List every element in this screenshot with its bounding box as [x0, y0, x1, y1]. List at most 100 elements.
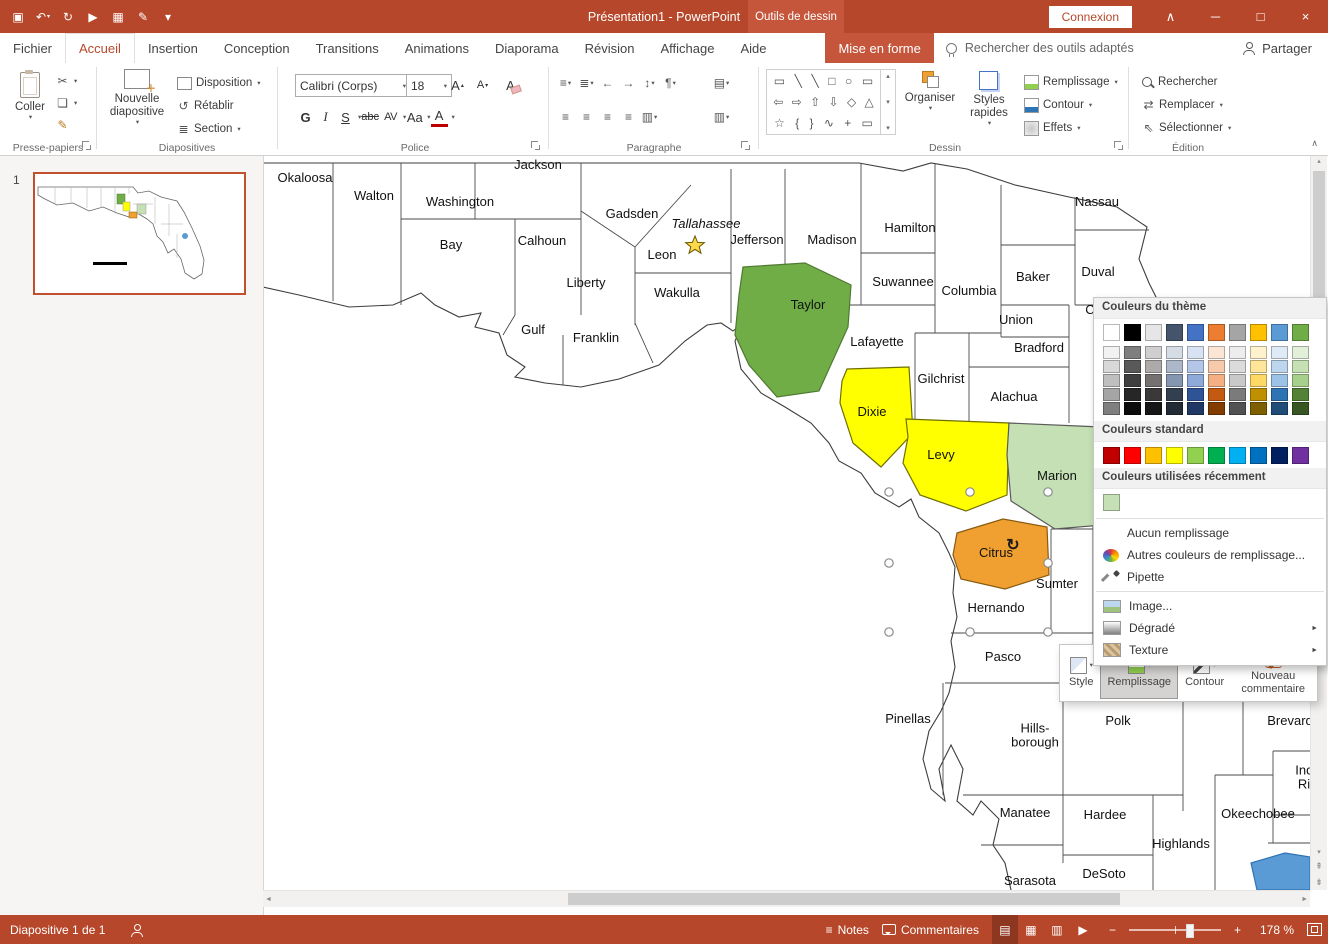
minimize-button[interactable]: ─	[1193, 0, 1238, 33]
slide-sorter-view-button[interactable]: ▦	[1018, 915, 1044, 944]
theme-variant-swatch[interactable]	[1292, 374, 1309, 387]
theme-color-swatch[interactable]	[1145, 324, 1162, 341]
shape-icon[interactable]: ⇧	[810, 95, 820, 109]
scroll-down-icon[interactable]: ▾	[886, 98, 890, 106]
fit-to-window-button[interactable]	[1307, 923, 1322, 936]
theme-variant-swatch[interactable]	[1124, 388, 1141, 401]
recent-color-swatch[interactable]	[1103, 494, 1120, 511]
theme-variant-swatch[interactable]	[1166, 346, 1183, 359]
theme-variant-swatch[interactable]	[1271, 360, 1288, 373]
previous-slide-button[interactable]: ⇞	[1311, 861, 1327, 872]
ribbon-display-options-button[interactable]: ∧	[1148, 0, 1193, 33]
tab-aide[interactable]: Aide	[727, 33, 779, 63]
theme-variant-swatch[interactable]	[1187, 402, 1204, 415]
theme-variant-swatch[interactable]	[1208, 374, 1225, 387]
shape-fill-button[interactable]: Remplissage▾	[1024, 72, 1118, 92]
standard-color-swatch[interactable]	[1208, 447, 1225, 464]
replace-button[interactable]: ⇄Remplacer▾	[1142, 95, 1223, 115]
theme-variant-swatch[interactable]	[1166, 402, 1183, 415]
shape-icon[interactable]: ▭	[862, 116, 873, 130]
standard-color-swatch[interactable]	[1271, 447, 1288, 464]
slide-1-thumbnail[interactable]	[33, 172, 246, 295]
theme-variant-swatch[interactable]	[1292, 346, 1309, 359]
tab-conception[interactable]: Conception	[211, 33, 303, 63]
reading-view-button[interactable]: ▥	[1044, 915, 1070, 944]
theme-variant-swatch[interactable]	[1124, 346, 1141, 359]
theme-color-swatch[interactable]	[1166, 324, 1183, 341]
shape-icon[interactable]: ⇨	[792, 95, 802, 109]
format-painter-button[interactable]: ✎	[56, 115, 69, 135]
close-button[interactable]: ×	[1283, 0, 1328, 33]
theme-variant-swatch[interactable]	[1292, 402, 1309, 415]
standard-color-swatch[interactable]	[1103, 447, 1120, 464]
gallery-more-icon[interactable]: ▾	[886, 124, 890, 132]
align-center-button[interactable]: ≡	[577, 107, 596, 127]
font-color-button[interactable]: A	[431, 107, 448, 127]
tab-mise-en-forme[interactable]: Mise en forme	[825, 33, 933, 63]
qat-draw-button[interactable]: ✎	[131, 5, 155, 29]
paragraph-dialog-launcher[interactable]	[741, 141, 751, 151]
theme-variant-swatch[interactable]	[1103, 346, 1120, 359]
theme-variant-swatch[interactable]	[1250, 346, 1267, 359]
tab-fichier[interactable]: Fichier	[0, 33, 65, 63]
menu-item-texture[interactable]: Texture►	[1094, 639, 1326, 661]
theme-color-swatch[interactable]	[1292, 324, 1309, 341]
tab-r-vision[interactable]: Révision	[572, 33, 648, 63]
convert-smartart-button[interactable]: ▥▾	[712, 107, 731, 127]
menu-item-pipette[interactable]: Pipette	[1094, 566, 1326, 588]
qat-undo-button[interactable]: ↶▾	[31, 5, 55, 29]
text-direction-button[interactable]: ¶▾	[661, 73, 680, 93]
theme-variant-swatch[interactable]	[1166, 360, 1183, 373]
grow-font-button[interactable]: A▴	[449, 75, 469, 95]
shape-icon[interactable]: ⇦	[773, 95, 783, 109]
shape-icon[interactable]: ╲	[811, 74, 818, 88]
menu-item-d-grad[interactable]: Dégradé►	[1094, 617, 1326, 639]
font-family-combo[interactable]: Calibri (Corps)▾	[295, 74, 411, 97]
theme-variant-swatch[interactable]	[1103, 388, 1120, 401]
shape-effects-button[interactable]: Effets▾	[1024, 118, 1080, 138]
menu-item-image[interactable]: Image...	[1094, 595, 1326, 617]
quick-styles-button[interactable]: Styles rapides ▾	[960, 69, 1018, 128]
standard-color-swatch[interactable]	[1166, 447, 1183, 464]
standard-color-swatch[interactable]	[1292, 447, 1309, 464]
change-case-button[interactable]: Aa	[406, 107, 423, 127]
theme-variant-swatch[interactable]	[1229, 388, 1246, 401]
scroll-down-arrow[interactable]: ▾	[1311, 848, 1327, 856]
theme-variant-swatch[interactable]	[1103, 374, 1120, 387]
theme-variant-swatch[interactable]	[1145, 346, 1162, 359]
theme-variant-swatch[interactable]	[1229, 360, 1246, 373]
standard-color-swatch[interactable]	[1187, 447, 1204, 464]
theme-variant-swatch[interactable]	[1187, 360, 1204, 373]
theme-variant-swatch[interactable]	[1271, 374, 1288, 387]
shape-icon[interactable]: }	[810, 116, 814, 130]
tab-transitions[interactable]: Transitions	[303, 33, 392, 63]
shape-icon[interactable]: ▭	[774, 74, 785, 88]
shape-outline-button[interactable]: Contour▾	[1024, 95, 1092, 115]
comments-button[interactable]: Commentaires	[882, 923, 979, 937]
reset-button[interactable]: ↺Rétablir	[177, 96, 234, 116]
theme-variant-swatch[interactable]	[1250, 360, 1267, 373]
qat-touch-mode-button[interactable]: ▦	[106, 5, 130, 29]
arrange-button[interactable]: Organiser ▾	[903, 69, 957, 113]
shrink-font-button[interactable]: A▾	[474, 75, 494, 95]
theme-color-swatch[interactable]	[1103, 324, 1120, 341]
find-button[interactable]: Rechercher	[1142, 72, 1217, 92]
menu-item-autres-couleurs-de-remplissage[interactable]: Autres couleurs de remplissage...	[1094, 544, 1326, 566]
shape-icon[interactable]: △	[865, 95, 874, 109]
menu-item-aucun-remplissage[interactable]: Aucun remplissage	[1094, 522, 1326, 544]
font-size-combo[interactable]: 18▾	[406, 74, 452, 97]
zoom-in-button[interactable]: +	[1234, 923, 1241, 937]
theme-color-swatch[interactable]	[1250, 324, 1267, 341]
scroll-up-arrow[interactable]: ▴	[1311, 157, 1327, 165]
bullets-button[interactable]: ≡▾	[556, 73, 575, 93]
theme-variant-swatch[interactable]	[1229, 346, 1246, 359]
tab-insertion[interactable]: Insertion	[135, 33, 211, 63]
standard-color-swatch[interactable]	[1250, 447, 1267, 464]
new-slide-button[interactable]: Nouvelle diapositive ▾	[104, 66, 170, 127]
theme-variant-swatch[interactable]	[1229, 374, 1246, 387]
theme-variant-swatch[interactable]	[1187, 374, 1204, 387]
maximize-button[interactable]: □	[1238, 0, 1283, 33]
scroll-up-icon[interactable]: ▴	[886, 72, 890, 80]
shape-icon[interactable]: {	[795, 116, 799, 130]
cut-button[interactable]: ✂▾	[56, 71, 77, 91]
